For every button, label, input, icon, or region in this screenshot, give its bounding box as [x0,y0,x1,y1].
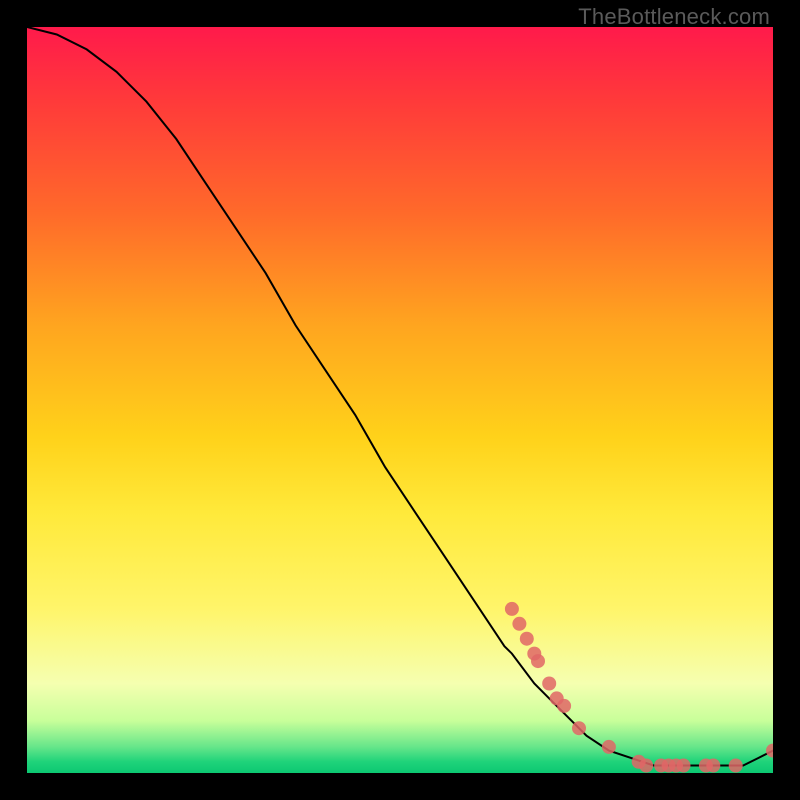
sample-point [520,632,534,646]
sample-point [729,759,743,773]
sample-point [557,699,571,713]
sample-point [531,654,545,668]
chart-stage: TheBottleneck.com [0,0,800,800]
sample-point [639,759,653,773]
sample-point [602,740,616,754]
bottleneck-curve [27,27,773,766]
sample-point [542,677,556,691]
sample-point [706,759,720,773]
sample-point [766,744,773,758]
sample-point [572,721,586,735]
sample-points-group [505,602,773,773]
chart-svg [27,27,773,773]
sample-point [512,617,526,631]
sample-point [677,759,691,773]
sample-point [505,602,519,616]
plot-area [27,27,773,773]
